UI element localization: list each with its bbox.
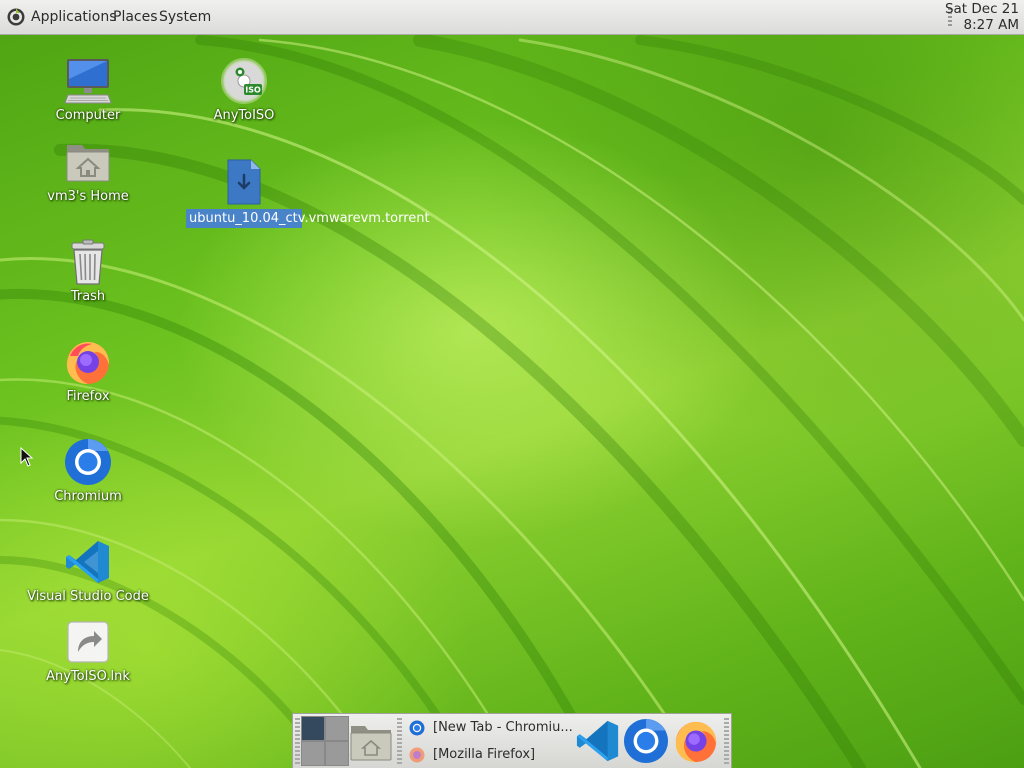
taskbar-item-label: [Mozilla Firefox]: [433, 747, 536, 762]
leaf-veins: [0, 33, 1024, 768]
computer-icon: [64, 59, 112, 104]
applications-menu[interactable]: Applications: [31, 9, 117, 25]
distro-logo-icon[interactable]: [6, 7, 26, 27]
taskbar-item-chromium[interactable]: [New Tab - Chromiu...: [409, 716, 579, 740]
home-folder-icon: [66, 145, 110, 182]
desktop-icon-label: Trash: [70, 289, 106, 304]
trash-icon: [71, 239, 105, 285]
desktop-icon-label: Visual Studio Code: [27, 589, 149, 604]
places-menu[interactable]: Places: [113, 9, 158, 25]
desktop-icon-label: AnyToISO: [213, 108, 275, 123]
vscode-launcher-icon[interactable]: [575, 718, 621, 764]
taskbar-item-firefox[interactable]: [Mozilla Firefox]: [409, 743, 579, 767]
workspace-switcher[interactable]: [301, 716, 349, 766]
panel-grip[interactable]: [295, 718, 300, 764]
clock[interactable]: Sat Dec 21 8:27 AM: [945, 1, 1019, 33]
bottom-panel: [New Tab - Chromiu... [Mozilla Firefox]: [292, 713, 732, 768]
chromium-launcher-icon[interactable]: [623, 718, 669, 764]
workspace-2[interactable]: [325, 716, 349, 741]
svg-text:ISO: ISO: [245, 86, 261, 95]
workspace-3[interactable]: [301, 741, 325, 766]
system-menu[interactable]: System: [159, 9, 211, 25]
mouse-cursor-icon: [20, 447, 34, 467]
panel-grip[interactable]: [724, 718, 729, 764]
torrent-file-icon: [227, 159, 261, 205]
top-panel: Applications Places System Sat Dec 21 8:…: [0, 0, 1024, 35]
clock-date: Sat Dec 21: [944, 1, 1019, 17]
taskbar-item-label: [New Tab - Chromiu...: [433, 720, 573, 735]
desktop-icon-label: AnyToISO.lnk: [46, 669, 130, 684]
desktop-icon-label: Computer: [55, 108, 121, 123]
vscode-icon: [66, 541, 109, 583]
firefox-icon: [409, 747, 425, 763]
chromium-icon: [409, 720, 425, 736]
workspace-1[interactable]: [301, 716, 325, 741]
desktop-icon-label: Firefox: [66, 389, 110, 404]
desktop-icon-label: Chromium: [54, 489, 122, 504]
selected-label: ubuntu_10.04_ctv.vmwarevm.torrent: [186, 209, 430, 228]
workspace-4[interactable]: [325, 741, 349, 766]
panel-grip[interactable]: [397, 718, 402, 764]
chromium-icon: [65, 439, 111, 485]
anytoiso-icon: ISO: [221, 58, 267, 104]
desktop-wallpaper: [0, 0, 1024, 768]
shortcut-icon: [67, 621, 109, 663]
desktop-icon-label: ubuntu_10.04_ctv.vmwarevm.torrent: [179, 209, 430, 228]
desktop-icon-label: vm3's Home: [47, 189, 129, 204]
firefox-launcher-icon[interactable]: [673, 718, 719, 764]
clock-time: 8:27 AM: [963, 17, 1020, 33]
show-desktop-folder-icon[interactable]: [349, 718, 393, 764]
firefox-icon: [66, 342, 110, 384]
